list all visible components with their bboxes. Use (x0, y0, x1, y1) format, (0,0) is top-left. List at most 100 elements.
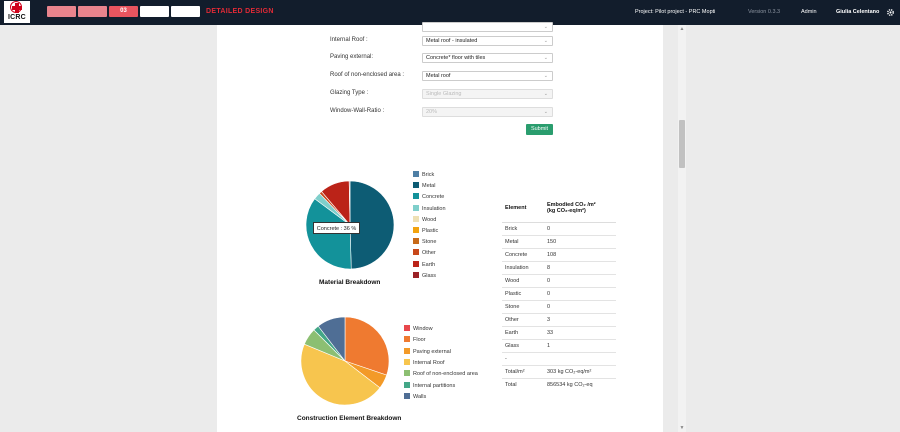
legend-label: Window (413, 326, 433, 332)
roof-non-enclosed-select[interactable]: Metal roof ⌄ (422, 71, 553, 81)
legend-label: Walls (413, 393, 427, 400)
legend-swatch (413, 215, 419, 222)
cell-value: 8 (544, 261, 616, 275)
element-legend-item[interactable]: Paving external (404, 347, 451, 355)
legend-label: Other (422, 250, 436, 257)
step-2[interactable] (78, 6, 107, 17)
admin-link[interactable]: Admin (801, 9, 817, 15)
element-legend-item[interactable]: Walls (404, 392, 427, 400)
internal-roof-select[interactable]: Metal roof - insulated ⌄ (422, 36, 553, 46)
legend-label: Paving external (413, 348, 451, 355)
material-legend-item[interactable]: Wood (413, 215, 436, 223)
material-legend-item[interactable]: Glass (413, 271, 436, 279)
scrollbar[interactable]: ▲ ▼ (678, 25, 686, 432)
chevron-down-icon: ⌄ (543, 38, 548, 44)
cell-element: Other (502, 313, 544, 327)
cell-value (544, 352, 616, 366)
legend-swatch (413, 227, 419, 233)
legend-label: Stone (422, 239, 437, 246)
step-4[interactable] (140, 6, 169, 17)
step-3[interactable]: 03 (109, 6, 138, 17)
table-row: Plastic 0 (502, 287, 616, 301)
gear-icon[interactable] (886, 8, 895, 17)
table-row: Brick 0 (502, 222, 616, 236)
legend-swatch (404, 347, 410, 354)
material-legend-item[interactable]: Plastic (413, 227, 438, 234)
cut-off-select[interactable]: ⌄ (422, 22, 553, 32)
project-name[interactable]: Project: Pilot project - PRC Mopti (635, 9, 715, 15)
legend-swatch (413, 182, 419, 189)
paving-external-label: Paving external: (330, 54, 374, 60)
paving-external-select[interactable]: Concrete* floor with tiles ⌄ (422, 53, 553, 63)
element-legend-item[interactable]: Roof of non-enclosed area (404, 370, 478, 377)
cell-value: 0 (544, 300, 616, 314)
header-embodied-co2: Embodied CO₂ /m² (kg CO₂-eq/m²) (544, 194, 616, 223)
glazing-type-value: Single Glazing (426, 91, 462, 97)
embodied-co2-table: Element Embodied CO₂ /m² (kg CO₂-eq/m²) … (502, 194, 616, 391)
cell-element: Stone (502, 300, 544, 314)
table-row: Wood 0 (502, 274, 616, 288)
legend-swatch (413, 171, 419, 177)
element-legend-item[interactable]: Window (404, 325, 433, 332)
cell-value: 108 (544, 248, 616, 262)
internal-roof-value: Metal roof - insulated (426, 38, 478, 44)
table-row: Other 3 (502, 313, 616, 327)
legend-swatch (413, 249, 419, 256)
element-legend-item[interactable]: Floor (404, 336, 426, 343)
cell-value: 0 (544, 287, 616, 301)
cell-value: 0 (544, 222, 616, 236)
cell-value: 150 (544, 235, 616, 249)
element-legend-item[interactable]: Internal Roof (404, 358, 445, 366)
legend-label: Internal partitions (413, 382, 456, 389)
legend-label: Floor (413, 337, 426, 344)
scroll-down-icon[interactable]: ▼ (678, 425, 686, 431)
cell-value: 856534 kg CO₂-eq (544, 378, 616, 391)
table-body: Brick 0 Metal 150 Concrete 108 Insulation 8 Wood… (502, 222, 616, 391)
legend-label: Earth (422, 261, 436, 268)
scrollbar-thumb[interactable] (679, 120, 685, 168)
legend-swatch (404, 358, 410, 365)
user-name[interactable]: Giulia Celentano (836, 9, 879, 15)
chevron-down-icon: ⌄ (543, 109, 548, 115)
version-label: Version 0.3.3 (748, 9, 781, 15)
legend-swatch (404, 381, 410, 388)
material-legend-item[interactable]: Insulation (413, 204, 446, 212)
table-row: Metal 150 (502, 235, 616, 249)
step-1[interactable] (47, 6, 76, 17)
logo-text: ICRC (8, 14, 26, 21)
window-wall-ratio-value: 20% (426, 109, 438, 115)
legend-swatch (413, 238, 419, 245)
window-wall-ratio-label: Window-Wall-Ratio : (330, 108, 385, 114)
legend-label: Brick (422, 172, 435, 178)
table-row: Total 856534 kg CO₂-eq (502, 378, 616, 391)
material-legend-item[interactable]: Concrete (413, 193, 444, 200)
scroll-up-icon[interactable]: ▲ (678, 26, 686, 32)
table-row: Insulation 8 (502, 261, 616, 275)
table-row: Stone 0 (502, 300, 616, 314)
material-legend-item[interactable]: Brick (413, 171, 434, 178)
material-legend-item[interactable]: Other (413, 249, 436, 256)
table-row: - (502, 352, 616, 366)
submit-button[interactable]: Submit (526, 124, 553, 135)
material-legend-item[interactable]: Stone (413, 238, 436, 245)
internal-roof-label: Internal Roof : (330, 37, 368, 43)
legend-swatch (413, 271, 419, 278)
legend-swatch (404, 325, 410, 331)
material-legend-item[interactable]: Metal (413, 182, 435, 189)
legend-label: Concrete (422, 194, 445, 201)
main-panel: ⌄ Internal Roof : Metal roof - insulated… (217, 22, 663, 432)
cell-element: - (502, 352, 544, 366)
header-value-line2: (kg CO₂-eq/m²) (547, 208, 586, 214)
cell-value: 33 (544, 326, 616, 340)
material-legend-item[interactable]: Earth (413, 260, 436, 268)
icrc-logo[interactable]: ICRC (4, 1, 30, 23)
glazing-type-label: Glazing Type : (330, 90, 369, 96)
element-legend-item[interactable]: Internal partitions (404, 381, 456, 389)
legend-swatch (413, 193, 419, 200)
step-5[interactable] (171, 6, 200, 17)
cell-element: Glass (502, 339, 544, 353)
material-chart-title: Material Breakdown (319, 279, 381, 286)
cell-element: Total/m² (502, 365, 544, 379)
cell-element: Plastic (502, 287, 544, 301)
legend-label: Plastic (422, 228, 439, 234)
